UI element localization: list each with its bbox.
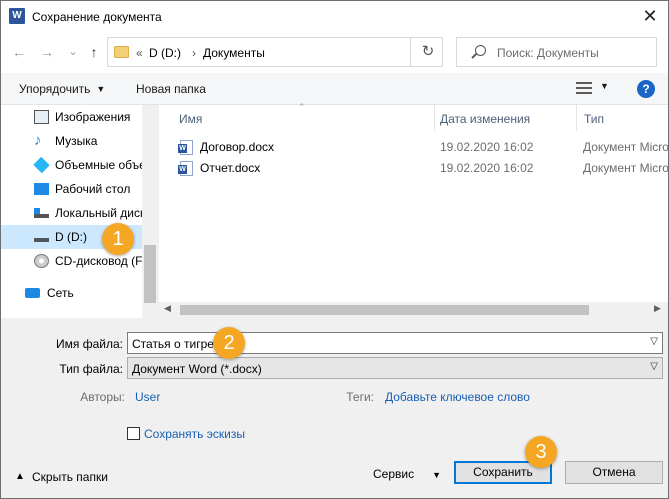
sidebar-item-network[interactable]: Сеть (1, 281, 142, 305)
pictures-icon (34, 110, 49, 124)
tags-field[interactable]: Добавьте ключевое слово (385, 390, 530, 404)
authors-label: Авторы: (80, 390, 125, 404)
breadcrumb-separator: › (192, 46, 196, 60)
music-icon: ♪ (34, 132, 42, 149)
breadcrumb-drive[interactable]: D (D:) (149, 46, 181, 60)
sidebar-item-desktop[interactable]: Рабочий стол (1, 177, 142, 201)
sidebar-item-music[interactable]: ♪ Музыка (1, 129, 142, 153)
cancel-button[interactable]: Отмена (565, 461, 663, 484)
file-row[interactable]: Отчет.docx 19.02.2020 16:02 Документ Mic… (159, 158, 668, 178)
new-folder-button[interactable]: Новая папка (136, 82, 206, 96)
back-button[interactable]: ← (10, 43, 28, 61)
sidebar-item-local-disk[interactable]: Локальный диск (1, 201, 142, 225)
caret-down-icon: ▼ (432, 470, 442, 480)
scroll-right-icon[interactable]: ▶ (654, 303, 661, 314)
3d-objects-icon (33, 156, 50, 174)
sidebar-item-label: Изображения (55, 110, 131, 124)
column-header-date[interactable]: Дата изменения (440, 112, 530, 126)
word-app-icon: W (9, 8, 25, 24)
scroll-left-icon[interactable]: ◀ (164, 303, 171, 314)
navigation-pane: Изображения ♪ Музыка Объемные объекты Ра… (1, 105, 158, 318)
search-box[interactable]: Поиск: Документы (456, 37, 657, 67)
view-caret-icon[interactable]: ▼ (600, 81, 609, 91)
command-toolbar: Упорядочить ▼ Новая папка ▼ (1, 73, 668, 105)
file-date: 19.02.2020 16:02 (440, 161, 534, 175)
sidebar-item-label: Локальный диск (55, 206, 142, 220)
recent-locations-button[interactable]: ⌄ (64, 43, 82, 61)
file-row[interactable]: Договор.docx 19.02.2020 16:02 Документ M… (159, 137, 668, 157)
filename-input[interactable]: Статья о тигре ▽ (127, 332, 663, 354)
sidebar-item-label: Рабочий стол (55, 182, 131, 196)
filename-label: Имя файла: (56, 337, 123, 351)
column-header-type[interactable]: Тип (584, 112, 604, 126)
callout-badge-3: 3 (525, 436, 557, 468)
sidebar-item-pictures[interactable]: Изображения (1, 105, 142, 129)
network-icon (25, 288, 40, 298)
callout-badge-1: 1 (102, 223, 134, 255)
drive-icon (34, 232, 49, 242)
filetype-label: Тип файла: (59, 362, 123, 376)
file-list-scrollbar[interactable]: ◀ ▶ (159, 302, 668, 318)
sidebar-item-label: Музыка (55, 134, 98, 148)
filetype-value: Документ Word (*.docx) (132, 362, 262, 376)
sidebar-item-label: Объемные объекты (55, 158, 142, 172)
search-icon (475, 45, 486, 56)
save-dialog: W Сохранение документа ✕ ← → ⌄ ↑ « D (D:… (0, 0, 669, 499)
tags-label: Теги: (346, 390, 374, 404)
breadcrumb-documents[interactable]: Документы (203, 46, 265, 60)
forward-button[interactable]: → (38, 43, 56, 61)
filename-value: Статья о тигре (132, 337, 214, 351)
folder-icon (114, 46, 129, 58)
sidebar-item-3d-objects[interactable]: Объемные объекты (1, 153, 142, 177)
file-name: Отчет.docx (200, 161, 261, 175)
view-options-icon[interactable] (576, 82, 592, 95)
word-document-icon (178, 140, 193, 155)
file-type: Документ Microsoft Word (583, 161, 669, 175)
chevron-up-icon[interactable]: ▲ (15, 471, 25, 482)
tools-button[interactable]: Сервис ▼ (373, 467, 441, 481)
scrollbar-thumb[interactable] (180, 305, 589, 315)
authors-field[interactable]: User (135, 390, 160, 404)
file-name: Договор.docx (200, 140, 274, 154)
word-document-icon (178, 161, 193, 176)
close-button[interactable]: ✕ (637, 5, 663, 27)
save-thumbnails-checkbox[interactable] (127, 427, 140, 440)
local-disk-icon (34, 208, 49, 218)
refresh-button[interactable]: ↻ (418, 43, 438, 61)
sidebar-item-label: Сеть (47, 286, 74, 300)
desktop-icon (34, 183, 49, 195)
chevron-down-icon[interactable]: ▽ (650, 361, 658, 372)
column-header-name[interactable]: Имя (179, 112, 202, 126)
organize-label: Упорядочить (19, 82, 91, 96)
help-button[interactable]: ? (637, 80, 655, 98)
address-bar[interactable]: « D (D:) › Документы ↻ (107, 37, 443, 67)
sort-ascending-icon: ⌃ (298, 102, 306, 112)
tools-label: Сервис (373, 467, 415, 481)
column-divider[interactable] (576, 105, 577, 131)
sidebar-item-label: CD-дисковод (F:) (55, 254, 142, 268)
save-thumbnails-label[interactable]: Сохранять эскизы (144, 427, 245, 441)
column-divider[interactable] (434, 105, 435, 131)
cd-drive-icon (34, 254, 49, 268)
breadcrumb-overflow[interactable]: « (136, 46, 143, 60)
sidebar-scrollbar[interactable] (142, 105, 158, 318)
title-bar: W Сохранение документа ✕ (1, 1, 668, 33)
callout-badge-2: 2 (213, 327, 245, 359)
scrollbar-thumb[interactable] (144, 245, 156, 303)
filetype-select[interactable]: Документ Word (*.docx) ▽ (127, 357, 663, 379)
file-list: ⌃ Имя Дата изменения Тип Договор.docx 19… (159, 102, 668, 318)
search-input[interactable]: Поиск: Документы (497, 46, 599, 60)
organize-button[interactable]: Упорядочить ▼ (19, 82, 105, 96)
file-date: 19.02.2020 16:02 (440, 140, 534, 154)
file-type: Документ Microsoft Word (583, 140, 669, 154)
caret-down-icon: ▼ (96, 84, 106, 94)
up-button[interactable]: ↑ (85, 43, 103, 61)
window-title: Сохранение документа (32, 10, 162, 24)
chevron-down-icon[interactable]: ▽ (650, 336, 658, 347)
address-divider (410, 38, 411, 66)
hide-folders-button[interactable]: Скрыть папки (32, 470, 108, 484)
